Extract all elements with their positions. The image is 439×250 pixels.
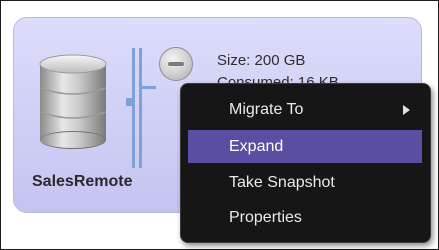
- menu-item-expand[interactable]: Expand: [188, 130, 422, 163]
- menu-item-label: Take Snapshot: [229, 174, 335, 191]
- collapse-button[interactable]: [159, 47, 193, 81]
- menu-item-take-snapshot[interactable]: Take Snapshot: [188, 166, 422, 199]
- connector-icon: [126, 48, 156, 168]
- context-menu: Migrate To Expand Take Snapshot Properti…: [180, 83, 431, 243]
- menu-item-label: Migrate To: [229, 101, 304, 118]
- menu-item-label: Properties: [229, 209, 302, 226]
- submenu-arrow-icon: [403, 105, 410, 115]
- menu-item-properties[interactable]: Properties: [188, 201, 422, 234]
- menu-item-label: Expand: [229, 138, 284, 155]
- database-disk-icon: [39, 54, 107, 149]
- minus-circle-icon: [168, 62, 184, 66]
- menu-item-migrate-to[interactable]: Migrate To: [188, 93, 422, 126]
- volume-name: SalesRemote: [32, 173, 133, 190]
- volume-size: Size: 200 GB: [217, 52, 306, 69]
